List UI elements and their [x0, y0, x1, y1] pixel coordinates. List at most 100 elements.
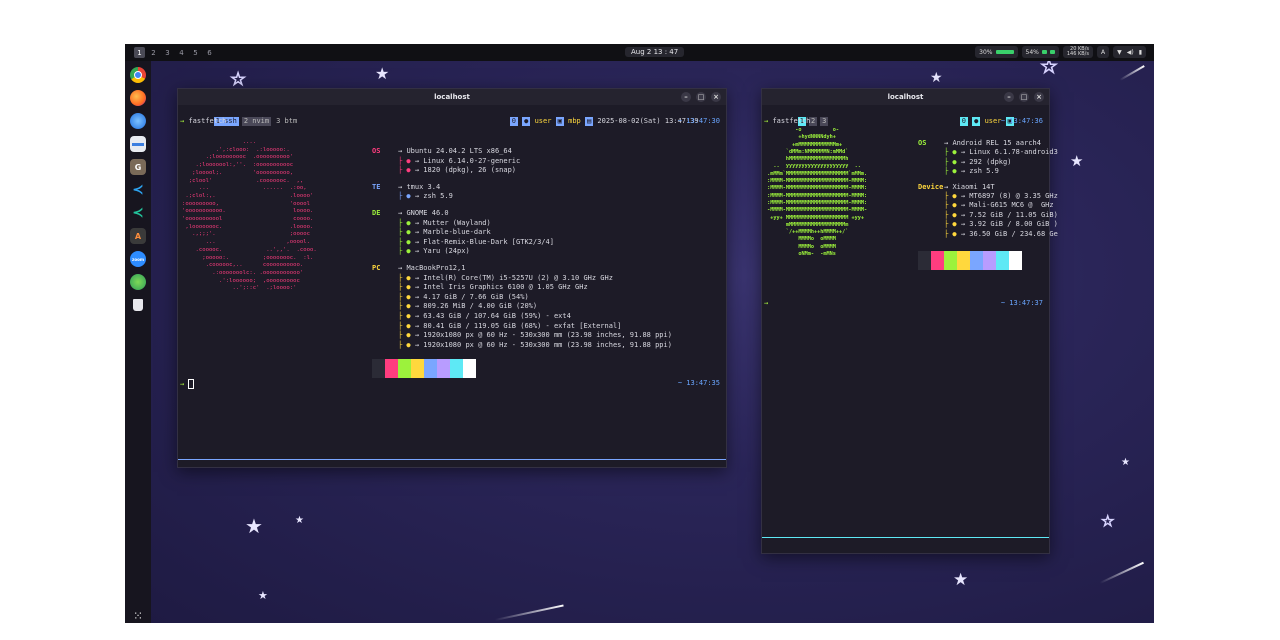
- prompt-line-2[interactable]: →: [180, 379, 195, 390]
- battery-indicator-2[interactable]: 54%: [1021, 46, 1059, 58]
- workspace-1[interactable]: 1: [134, 47, 145, 58]
- info-value: Mutter (Wayland): [423, 218, 491, 227]
- info-value: Xiaomi 14T: [952, 182, 995, 191]
- info-value: MacBookPro12,1: [406, 264, 466, 272]
- gimp-icon[interactable]: G: [130, 159, 146, 175]
- info-row: ├ ● → Yaru (24px): [372, 247, 470, 257]
- tmux-bottom-border: [178, 459, 726, 460]
- command-text: fastfetch: [772, 117, 811, 125]
- info-row: ├ ● → 36.50 GiB / 234.68 Ge: [918, 230, 1058, 240]
- android-studio-icon[interactable]: [130, 274, 146, 290]
- window-titlebar[interactable]: localhost – □ ×: [178, 89, 726, 105]
- terminal-window-left[interactable]: localhost – □ × 1 ssh 2 nvim 3 btm 0 ● use…: [177, 88, 727, 468]
- dock: G ≺ ≺ A zoom ⁙: [125, 61, 151, 623]
- user-icon: ●: [972, 116, 981, 127]
- status-menu[interactable]: ▼ ◀) ▮: [1113, 46, 1146, 58]
- info-value: Yaru (24px): [423, 247, 470, 256]
- info-row: ├ ● → 809.26 MiB / 4.00 GiB (20%): [372, 302, 537, 312]
- info-row: ├ ● → Linux 6.1.78-android3: [918, 148, 1058, 158]
- info-value: 63.43 GiB / 107.64 GiB (59%) - ext4: [423, 312, 571, 320]
- minimize-button[interactable]: –: [1004, 92, 1014, 102]
- workspace-3[interactable]: 3: [162, 47, 173, 58]
- info-value: zsh 5.9: [423, 192, 453, 201]
- prompt-arrow: →: [180, 380, 185, 388]
- tab-label: nvim: [252, 116, 270, 125]
- workspace-5[interactable]: 5: [190, 47, 201, 58]
- info-value: 292 (dpkg): [969, 157, 1012, 166]
- prompt-time: ~ 13:47:36: [1000, 117, 1043, 125]
- prompt-line: → fastfetch: [180, 117, 226, 127]
- info-icon: ├ ●: [398, 312, 415, 320]
- color-palette: [372, 359, 476, 378]
- battery-indicator[interactable]: 30%: [975, 46, 1018, 58]
- host-icon: ▣: [555, 116, 564, 127]
- app-grid-icon[interactable]: ⁙: [131, 609, 145, 623]
- info-value: 809.26 MiB / 4.00 GiB (20%): [423, 302, 538, 311]
- terminal-window-right[interactable]: localhost – □ × 123 0 ● user ▣ → fastfet…: [761, 88, 1058, 554]
- maximize-button[interactable]: □: [696, 92, 706, 102]
- palette-swatch: [918, 251, 931, 270]
- command-text: fastfetch: [188, 117, 227, 125]
- star-decoration: ★: [258, 589, 268, 602]
- info-icon: ├ ●: [398, 228, 415, 237]
- minimize-button[interactable]: –: [681, 92, 691, 102]
- palette-swatch: [463, 359, 476, 378]
- tmux-tab-3[interactable]: 3: [820, 116, 829, 127]
- workspace-6[interactable]: 6: [204, 47, 215, 58]
- window-title: localhost: [887, 93, 924, 101]
- info-icon: ├ ●: [398, 283, 415, 292]
- battery-percent-2: 54%: [1025, 48, 1039, 56]
- terminal-content[interactable]: 1 ssh 2 nvim 3 btm 0 ● user ▣ mbp ▤ 2025-0…: [178, 105, 726, 467]
- info-value: Intel(R) Core(TM) i5-5257U (2) @ 3.10 GH…: [423, 273, 613, 282]
- shooting-star: [494, 604, 564, 621]
- firefox-icon[interactable]: [130, 90, 146, 106]
- info-row: ├ ● → Mutter (Wayland): [372, 219, 491, 229]
- clock[interactable]: Aug 2 13 : 47: [625, 47, 685, 57]
- info-value: Intel Iris Graphics 6100 @ 1.05 GHz GHz: [423, 283, 588, 292]
- info-row: ├ ● → 63.43 GiB / 107.64 GiB (59%) - ext…: [372, 312, 571, 322]
- info-icon: ├ ●: [944, 229, 961, 238]
- trash-icon[interactable]: [130, 297, 146, 313]
- info-row: OS → Ubuntu 24.04.2 LTS x86_64: [372, 147, 512, 157]
- terminal-content[interactable]: 123 0 ● user ▣ → fastfetch ~ 13:47:36 -o…: [762, 105, 1058, 553]
- workspace-2[interactable]: 2: [148, 47, 159, 58]
- close-button[interactable]: ×: [711, 92, 721, 102]
- top-panel: 1 2 3 4 5 6 Aug 2 13 : 47 30% 54% 20 KB/…: [125, 44, 1154, 61]
- battery-icon: ▮: [1138, 48, 1142, 56]
- tmux-tab-2[interactable]: 2 nvim: [241, 116, 272, 127]
- window-index: 0: [959, 116, 968, 127]
- info-key: PC: [372, 264, 381, 272]
- info-value: 1920x1080 px @ 60 Hz - 530x300 mm (23.98…: [423, 340, 672, 349]
- vscode-icon[interactable]: ≺: [130, 182, 146, 198]
- window-title: localhost: [434, 93, 470, 101]
- star-decoration: ☆: [229, 69, 247, 91]
- close-button[interactable]: ×: [1034, 92, 1044, 102]
- maximize-button[interactable]: □: [1019, 92, 1029, 102]
- info-icon: ├ ●: [398, 331, 415, 340]
- info-icon: ├ ●: [398, 218, 415, 227]
- shooting-star: [1099, 561, 1144, 584]
- tmux-tab-3[interactable]: 3 btm: [274, 117, 299, 127]
- thunderbird-icon[interactable]: [130, 113, 146, 129]
- network-speed[interactable]: 20 KB/s 146 KB/s: [1062, 46, 1093, 58]
- palette-swatch: [450, 359, 463, 378]
- cursor: [188, 379, 195, 389]
- desktop: ★ ☆ ★ ☆ ★ ★ ☆ ★ ☆ ★ ☆ ★ ★ ★ ★ ★ 1 2 3 4 …: [125, 44, 1154, 623]
- window-titlebar[interactable]: localhost – □ ×: [762, 89, 1049, 105]
- files-icon[interactable]: [130, 136, 146, 152]
- user-name: user: [534, 116, 552, 125]
- info-row: ├ ● → 7.52 GiB / 11.05 GiB): [918, 211, 1058, 221]
- palette-swatch: [437, 359, 450, 378]
- vscode-insiders-icon[interactable]: ≺: [130, 205, 146, 221]
- workspace-4[interactable]: 4: [176, 47, 187, 58]
- info-row: ├ ● → 1920x1080 px @ 60 Hz - 530x300 mm …: [372, 341, 672, 351]
- input-method[interactable]: A: [1096, 46, 1110, 58]
- typora-icon[interactable]: A: [130, 228, 146, 244]
- info-row: ├ ● → 80.41 GiB / 119.05 GiB (68%) - exf…: [372, 322, 621, 332]
- info-row: TE → tmux 3.4: [372, 183, 440, 193]
- prompt-arrow-2[interactable]: →: [764, 299, 768, 309]
- info-icon: ├ ●: [398, 192, 415, 201]
- palette-swatch: [996, 251, 1009, 270]
- zoom-icon[interactable]: zoom: [130, 251, 146, 267]
- chrome-icon[interactable]: [130, 67, 146, 83]
